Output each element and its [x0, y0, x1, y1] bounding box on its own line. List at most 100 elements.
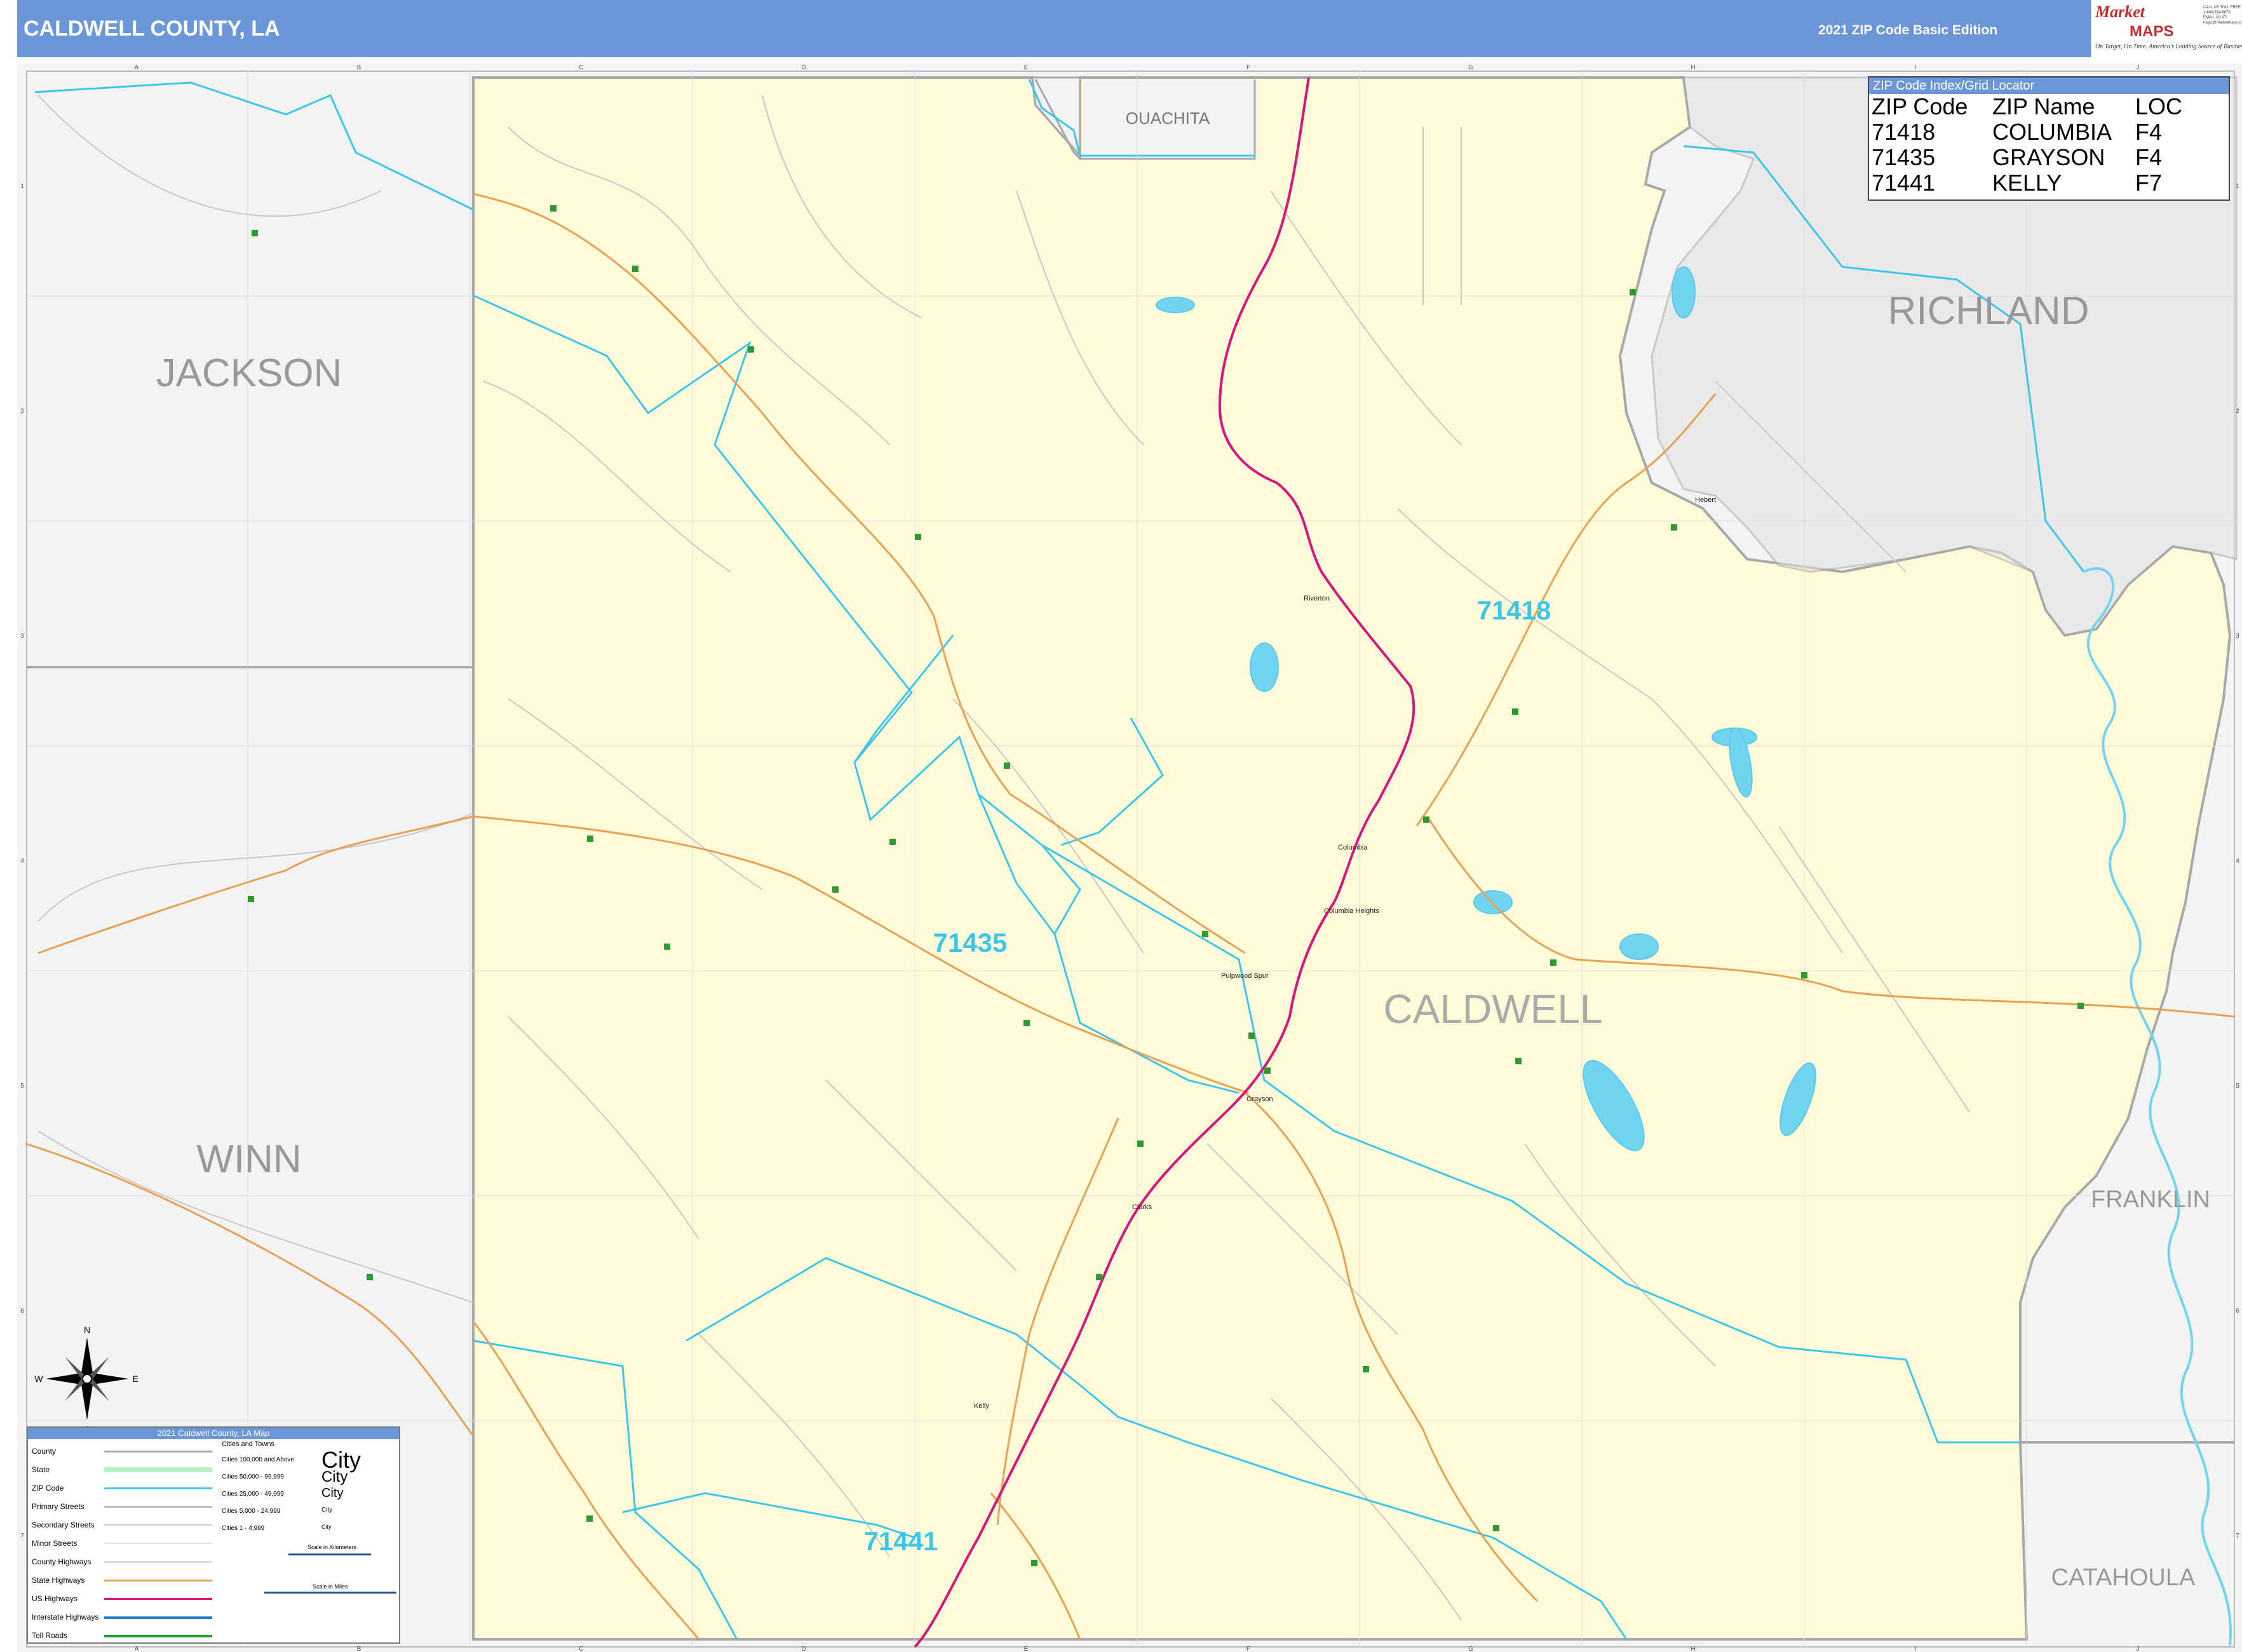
table-row: 71435 GRAYSON F4	[1869, 145, 2229, 170]
zip-name-cell: COLUMBIA	[1992, 119, 2112, 145]
legend-line-county	[104, 1451, 212, 1452]
label-ouachita: OUACHITA	[1126, 109, 1210, 128]
zip-code-index: ZIP Code Index/Grid Locator ZIP Code ZIP…	[1868, 76, 2230, 201]
zip-code-cell: 71435	[1872, 144, 1936, 170]
grid-row-4-right: 4	[2236, 858, 2239, 865]
legend-scale-km-bar	[288, 1554, 371, 1555]
zip-name-cell: KELLY	[1992, 170, 2062, 196]
grid-row-4-left: 4	[20, 858, 24, 865]
label-jackson: JACKSON	[156, 351, 342, 395]
legend-line-us-hwy	[104, 1598, 212, 1600]
map-legend: 2021 Caldwell County, LA Map County Stat…	[27, 1426, 400, 1644]
legend-scale-mi-bar	[264, 1592, 396, 1594]
logo-maps-text: MAPS	[2130, 23, 2174, 40]
legend-item-us-hwy: US Highways	[32, 1594, 78, 1603]
grid-row-7-right: 7	[2236, 1533, 2239, 1540]
legend-city-sample-4: City	[321, 1506, 333, 1513]
legend-item-state-hwy: State Highways	[32, 1576, 85, 1585]
grid-col-f-bottom: F	[1246, 1646, 1250, 1652]
map-canvas: OUACHITA RICHLAND JACKSON WINN FRANKLIN …	[17, 64, 2242, 1652]
zip-label-71418: 71418	[1477, 595, 1551, 625]
label-richland: RICHLAND	[1888, 289, 2090, 333]
legend-item-zip: ZIP Code	[32, 1484, 64, 1493]
col-zip-code: ZIP Code	[1872, 93, 1968, 119]
market-maps-logo[interactable]: Market MAPS On Target, On Time. America'…	[2091, 0, 2242, 57]
grid-col-e-top: E	[1024, 64, 1029, 71]
legend-item-secondary: Secondary Streets	[32, 1520, 95, 1529]
legend-item-interstate: Interstate Highways	[32, 1613, 99, 1622]
grid-col-i-top: I	[1915, 64, 1917, 71]
grid-col-f-top: F	[1246, 64, 1250, 71]
legend-line-zip	[104, 1487, 212, 1489]
grid-row-3-left: 3	[20, 633, 24, 640]
grid-col-j-top: J	[2137, 64, 2140, 71]
legend-city-class-2: Cities 50,000 - 99,999	[222, 1473, 284, 1480]
grid-row-2-left: 2	[20, 408, 24, 415]
label-caldwell: CALDWELL	[1384, 986, 1603, 1032]
compass-n: N	[84, 1325, 90, 1335]
grid-col-h-bottom: H	[1691, 1646, 1695, 1652]
legend-item-toll: Toll Roads	[32, 1631, 68, 1640]
legend-line-minor	[104, 1543, 212, 1544]
grid-row-7-left: 7	[20, 1533, 24, 1540]
legend-item-primary: Primary Streets	[32, 1502, 84, 1511]
place-riverton: Riverton	[1304, 595, 1330, 602]
grid-col-d-bottom: D	[801, 1646, 806, 1652]
grid-row-5-left: 5	[20, 1083, 24, 1090]
grid-col-g-bottom: G	[1468, 1646, 1473, 1652]
page-title: CALDWELL COUNTY, LA	[24, 17, 280, 41]
legend-line-toll	[104, 1635, 212, 1637]
grid-row-6-right: 6	[2236, 1308, 2239, 1315]
grid-col-i-bottom: I	[1915, 1646, 1917, 1652]
grid-col-c-bottom: C	[579, 1646, 583, 1652]
logo-contact: CALL US TOLL FREE 1-800-334-8870 EMAIL U…	[2203, 6, 2242, 25]
grid-col-j-bottom: J	[2137, 1646, 2140, 1652]
legend-line-state	[104, 1467, 212, 1472]
legend-title: 2021 Caldwell County, LA Map	[28, 1428, 399, 1439]
legend-item-county-hwy: County Highways	[32, 1557, 91, 1566]
col-loc: LOC	[2135, 93, 2183, 119]
zip-index-header: ZIP Code Index/Grid Locator	[1869, 78, 2229, 94]
legend-item-minor: Minor Streets	[32, 1539, 78, 1548]
zip-label-71441: 71441	[864, 1526, 938, 1556]
edition-label: 2021 ZIP Code Basic Edition	[1818, 23, 1998, 37]
legend-line-state-hwy	[104, 1580, 212, 1581]
legend-city-class-4: Cities 5,000 - 24,999	[222, 1508, 281, 1515]
zip-index-column-headers: ZIP Code ZIP Name LOC	[1869, 94, 2229, 119]
grid-col-e-bottom: E	[1024, 1646, 1029, 1652]
zip-code-cell: 71441	[1872, 170, 1936, 196]
place-hebert: Hebert	[1695, 496, 1716, 504]
grid-col-a-bottom: A	[135, 1646, 139, 1652]
legend-line-interstate	[104, 1616, 212, 1619]
grid-row-6-left: 6	[20, 1308, 24, 1315]
legend-line-primary	[104, 1506, 212, 1508]
place-pulpwood-spur: Pulpwood Spur	[1221, 972, 1269, 980]
legend-cities-header: Cities and Towns	[222, 1440, 274, 1448]
grid-row-5-right: 5	[2236, 1083, 2239, 1090]
zip-loc-cell: F4	[2135, 144, 2163, 170]
table-row: 71441 KELLY F7	[1869, 170, 2229, 196]
grid-col-d-top: D	[801, 64, 806, 71]
legend-scale-km-label: Scale in Kilometers	[307, 1544, 357, 1550]
legend-city-sample-3: City	[321, 1486, 344, 1500]
label-winn: WINN	[196, 1137, 301, 1181]
zip-label-71435: 71435	[933, 928, 1008, 958]
compass-e: E	[132, 1374, 138, 1384]
place-grayson: Grayson	[1246, 1095, 1273, 1103]
place-columbia: Columbia	[1338, 844, 1368, 851]
compass-w: W	[34, 1374, 43, 1384]
place-kelly: Kelly	[974, 1402, 989, 1410]
legend-city-class-3: Cities 25,000 - 49,999	[222, 1491, 284, 1498]
table-row: 71418 COLUMBIA F4	[1869, 119, 2229, 145]
grid-col-a-top: A	[135, 64, 139, 71]
logo-market-text: Market	[2095, 3, 2145, 21]
zip-name-cell: GRAYSON	[1992, 144, 2105, 170]
place-clarks: Clarks	[1132, 1203, 1152, 1211]
grid-col-b-bottom: B	[357, 1646, 361, 1652]
legend-line-county-hwy	[104, 1561, 212, 1563]
label-franklin: FRANKLIN	[2091, 1186, 2210, 1213]
zip-loc-cell: F7	[2135, 170, 2163, 196]
grid-row-1-left: 1	[20, 183, 24, 190]
zip-code-cell: 71418	[1872, 119, 1936, 145]
place-columbia-heights: Columbia Heights	[1324, 907, 1379, 915]
